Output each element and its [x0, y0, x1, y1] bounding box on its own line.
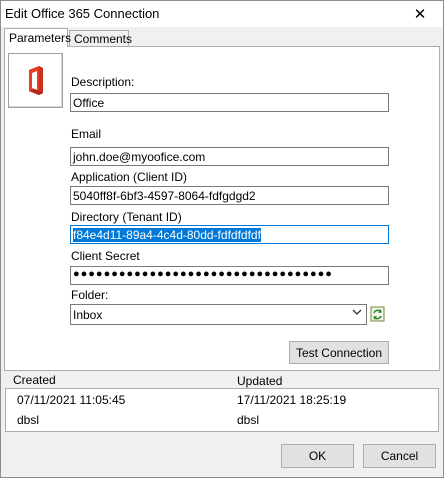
connection-logo — [8, 53, 63, 108]
ok-button[interactable]: OK — [281, 444, 354, 468]
client-secret-value: ●●●●●●●●●●●●●●●●●●●●●●●●●●●●●●●●●● — [73, 268, 333, 280]
folder-select[interactable]: Inbox — [70, 304, 367, 325]
created-label: Created — [13, 373, 56, 387]
office-365-logo-icon — [29, 66, 43, 95]
description-value: Office — [73, 96, 105, 110]
tenant-id-label: Directory (Tenant ID) — [71, 210, 182, 224]
email-label: Email — [71, 127, 102, 141]
audit-info-box: 07/11/2021 11:05:45 dbsl 17/11/2021 18:2… — [5, 388, 439, 432]
tab-comments-label: Comments — [74, 32, 133, 46]
email-field[interactable]: john.doe@myoofice.com — [70, 147, 389, 166]
client-id-value: 5040ff8f-6bf3-4597-8064-fdfgdgd2 — [73, 189, 256, 203]
folder-value: Inbox — [73, 308, 103, 322]
refresh-folder-icon — [370, 306, 385, 322]
email-value: john.doe@myoofice.com — [73, 150, 206, 164]
client-secret-label: Client Secret — [71, 249, 140, 263]
created-by: dbsl — [17, 413, 40, 427]
description-label: Description: — [71, 75, 135, 89]
refresh-folder-button[interactable] — [370, 306, 386, 322]
client-secret-field[interactable]: ●●●●●●●●●●●●●●●●●●●●●●●●●●●●●●●●●● — [70, 266, 389, 285]
title-bar: Edit Office 365 Connection ✕ — [1, 1, 443, 27]
cancel-label: Cancel — [380, 449, 419, 463]
tab-parameters[interactable]: Parameters — [4, 28, 72, 47]
folder-label: Folder: — [71, 288, 109, 302]
description-field[interactable]: Office — [70, 93, 389, 112]
tab-parameters-label: Parameters — [9, 31, 72, 45]
test-connection-button[interactable]: Test Connection — [289, 341, 389, 364]
tenant-id-value: f84e4d11-89a4-4c4d-80dd-fdfdfdfdf — [73, 228, 261, 242]
updated-label: Updated — [237, 374, 283, 388]
tenant-id-field[interactable]: f84e4d11-89a4-4c4d-80dd-fdfdfdfdf — [70, 225, 389, 244]
close-button[interactable]: ✕ — [405, 3, 435, 25]
cancel-button[interactable]: Cancel — [363, 444, 436, 468]
tab-comments[interactable]: Comments — [69, 30, 133, 47]
created-date: 07/11/2021 11:05:45 — [17, 393, 126, 407]
client-id-field[interactable]: 5040ff8f-6bf3-4597-8064-fdfgdgd2 — [70, 186, 389, 205]
dialog-window: Edit Office 365 Connection ✕ Parameters … — [0, 0, 444, 478]
ok-label: OK — [308, 449, 327, 463]
test-connection-label: Test Connection — [295, 345, 383, 360]
updated-date: 17/11/2021 18:25:19 — [237, 393, 347, 407]
client-id-label: Application (Client ID) — [71, 170, 188, 184]
chevron-down-icon — [352, 307, 362, 320]
close-icon: ✕ — [413, 6, 427, 23]
updated-by: dbsl — [237, 413, 260, 427]
window-title: Edit Office 365 Connection — [5, 6, 160, 21]
